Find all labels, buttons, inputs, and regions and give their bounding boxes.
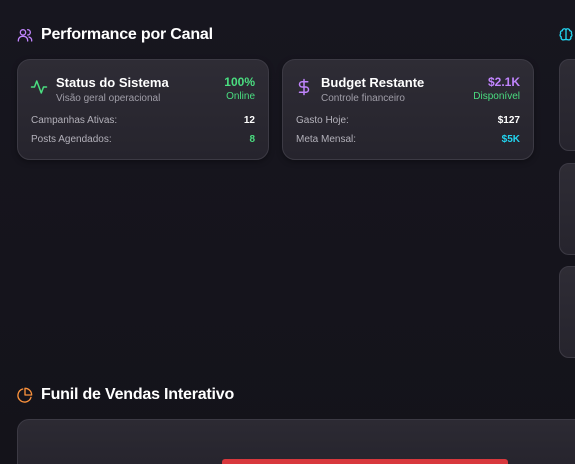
- stat-value: 12: [243, 115, 255, 126]
- stat-row: Meta Mensal: $5K: [296, 134, 520, 145]
- side-card[interactable]: [559, 59, 575, 151]
- stat-row: Posts Agendados: 8: [31, 134, 255, 145]
- stat-row: Gasto Hoje: $127: [296, 115, 520, 126]
- stat-label: Campanhas Ativas:: [31, 115, 118, 126]
- users-icon: [17, 29, 33, 42]
- card-title: Status do Sistema: [56, 75, 169, 90]
- funnel-title: Funil de Vendas Interativo: [41, 386, 235, 403]
- card-title: Budget Restante: [321, 75, 425, 90]
- stat-value: 8: [249, 134, 255, 145]
- funnel-header: Funil de Vendas Interativo: [17, 386, 234, 404]
- performance-title: Performance por Canal: [41, 26, 213, 43]
- system-status-card[interactable]: Status do Sistema Visão geral operaciona…: [17, 59, 269, 160]
- stat-label: Gasto Hoje:: [296, 115, 349, 126]
- side-card[interactable]: [559, 163, 575, 255]
- pie-chart-icon: [17, 387, 33, 403]
- funnel-panel: [17, 419, 575, 464]
- stat-label: Meta Mensal:: [296, 134, 357, 145]
- card-subtitle: Controle financeiro: [321, 93, 405, 104]
- side-card[interactable]: [559, 266, 575, 358]
- brain-icon: [559, 28, 573, 41]
- stat-label: Posts Agendados:: [31, 134, 112, 145]
- performance-header: Performance por Canal: [17, 26, 213, 44]
- card-subtitle: Visão geral operacional: [56, 93, 161, 104]
- budget-card[interactable]: Budget Restante Controle financeiro $2.1…: [282, 59, 534, 160]
- card-value: 100%: [224, 75, 255, 89]
- stat-row: Campanhas Ativas: 12: [31, 115, 255, 126]
- status-badge: Disponível: [473, 91, 520, 102]
- stat-value: $127: [497, 115, 520, 126]
- card-value: $2.1K: [487, 75, 520, 89]
- stat-value: $5K: [501, 134, 520, 145]
- funnel-stage-bar[interactable]: [222, 459, 508, 464]
- dollar-icon: [298, 78, 310, 96]
- status-badge: Online: [226, 91, 255, 102]
- activity-icon: [30, 80, 48, 94]
